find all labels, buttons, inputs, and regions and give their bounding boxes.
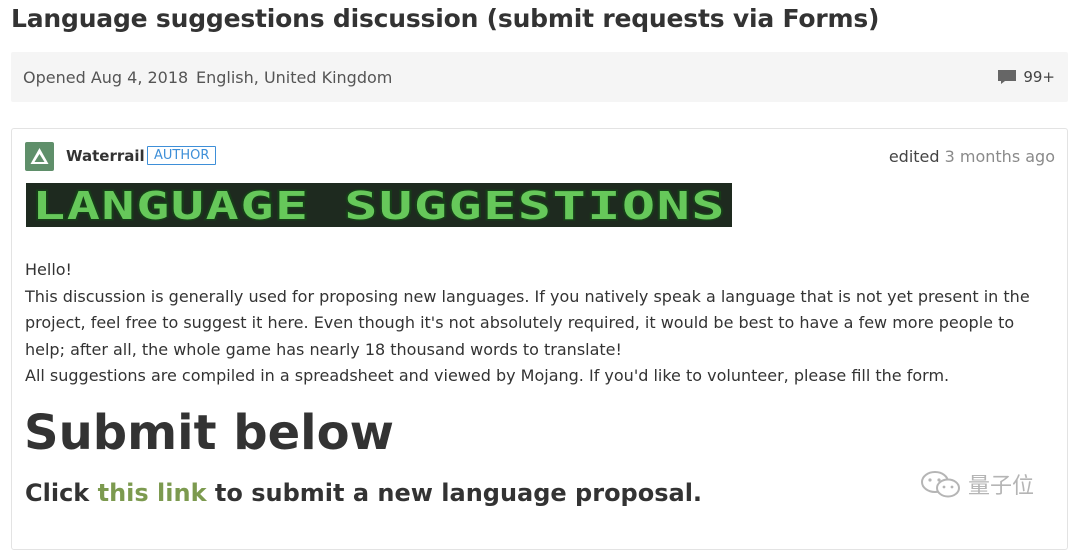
post-paragraph: This discussion is generally used for pr… xyxy=(25,286,1030,359)
click-prefix: Click xyxy=(25,479,98,507)
language-label[interactable]: English, United Kingdom xyxy=(196,68,392,87)
post-paragraph: Hello! xyxy=(25,260,72,279)
edited-label: edited xyxy=(888,147,940,166)
comment-count-label: 99+ xyxy=(1023,68,1055,86)
watermark-text: 量子位 xyxy=(968,474,1035,499)
watermark: 量子位 xyxy=(920,468,1034,500)
discussion-meta-bar: Opened Aug 4, 2018 English, United Kingd… xyxy=(11,52,1068,102)
comment-icon xyxy=(998,70,1017,84)
post-paragraph: All suggestions are compiled in a spread… xyxy=(25,366,950,386)
comments-count[interactable]: 99+ xyxy=(997,68,1055,86)
language-suggestions-banner: LANGUAGE SUGGESTIONS xyxy=(26,183,732,230)
page-title: Language suggestions discussion (submit … xyxy=(11,4,880,33)
avatar[interactable] xyxy=(25,142,54,171)
edited-time[interactable]: 3 months ago xyxy=(945,147,1055,166)
avatar-triangle-icon xyxy=(30,148,49,164)
wechat-icon xyxy=(921,471,960,498)
click-suffix: to submit a new language proposal. xyxy=(206,479,703,507)
post-body: Hello! This discussion is generally used… xyxy=(25,257,1055,390)
submit-link[interactable]: this link xyxy=(98,479,207,507)
submit-heading: Submit below xyxy=(24,405,394,461)
opened-date: Opened Aug 4, 2018 xyxy=(23,68,189,87)
submit-instruction: Click this link to submit a new language… xyxy=(25,479,702,507)
discussion-post: Waterrail AUTHOR edited 3 months ago LAN… xyxy=(11,128,1068,550)
author-badge: AUTHOR xyxy=(147,146,217,165)
author-name[interactable]: Waterrail xyxy=(66,147,145,165)
banner-text: LANGUAGE SUGGESTIONS xyxy=(32,184,726,228)
edited-info: edited 3 months ago xyxy=(889,147,1055,166)
